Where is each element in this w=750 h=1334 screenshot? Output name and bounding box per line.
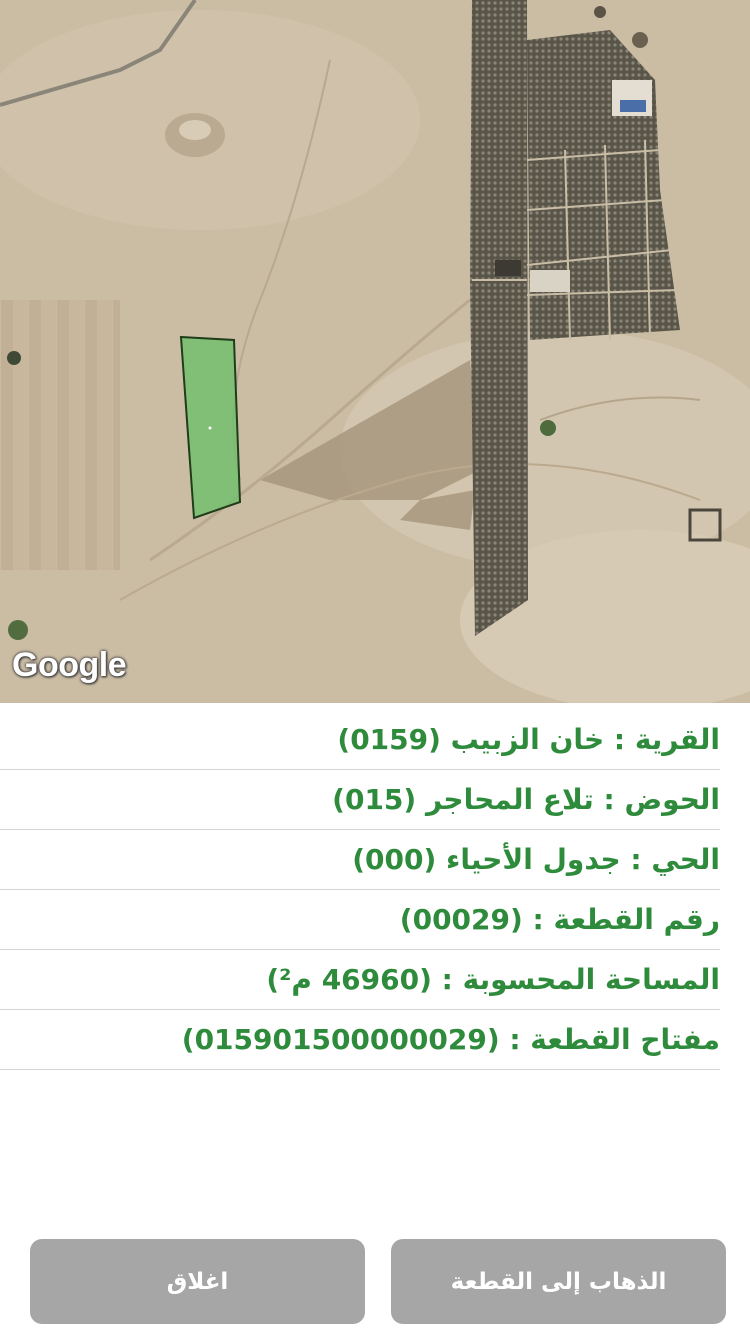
- village-row: القرية : خان الزبيب (0159): [0, 710, 720, 770]
- go-to-parcel-button[interactable]: الذهاب إلى القطعة: [391, 1239, 726, 1324]
- district-row: الحي : جدول الأحياء (000): [0, 830, 720, 890]
- google-logo: Google: [12, 646, 127, 684]
- district-label: الحي : جدول الأحياء (000): [352, 843, 720, 876]
- satellite-map[interactable]: Google: [0, 0, 750, 703]
- basin-label: الحوض : تلاع المحاجر (015): [332, 783, 720, 816]
- parcel-info-list: القرية : خان الزبيب (0159) الحوض : تلاع …: [0, 710, 720, 1070]
- parcel-key-label: مفتاح القطعة : (015901500000029): [181, 1023, 720, 1056]
- area-label: المساحة المحسوبة : (46960 م²): [266, 963, 720, 996]
- village-label: القرية : خان الزبيب (0159): [337, 723, 720, 756]
- parcel-key-row: مفتاح القطعة : (015901500000029): [0, 1010, 720, 1070]
- parcel-number-label: رقم القطعة : (00029): [399, 903, 720, 936]
- area-row: المساحة المحسوبة : (46960 م²): [0, 950, 720, 1010]
- parcel-number-row: رقم القطعة : (00029): [0, 890, 720, 950]
- parcel-boundary[interactable]: [0, 0, 750, 703]
- close-button[interactable]: اغلاق: [30, 1239, 365, 1324]
- basin-row: الحوض : تلاع المحاجر (015): [0, 770, 720, 830]
